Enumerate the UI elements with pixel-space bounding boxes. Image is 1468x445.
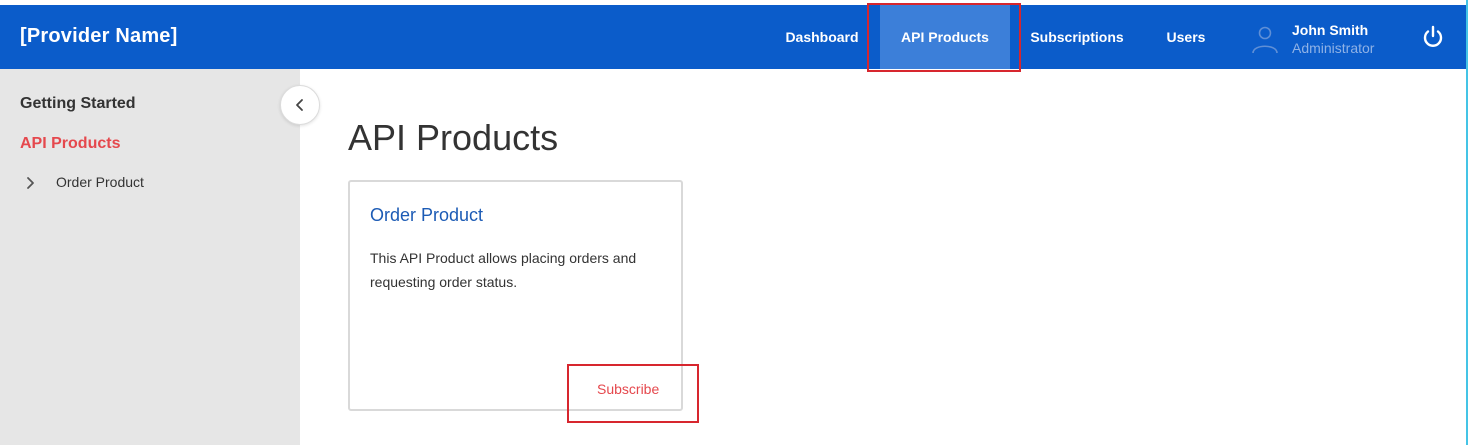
sidebar: Getting Started API Products Order Produ… [0, 69, 300, 445]
sidebar-item-getting-started[interactable]: Getting Started [20, 95, 136, 113]
sidebar-collapse-button[interactable] [280, 85, 320, 125]
chevron-left-icon [296, 99, 303, 111]
sidebar-item-order-product[interactable]: Order Product [20, 172, 220, 194]
user-avatar-icon[interactable] [1250, 24, 1280, 54]
nav-api-products[interactable]: API Products [880, 5, 1010, 69]
nav-users[interactable]: Users [1158, 5, 1214, 69]
sidebar-item-label: Order Product [56, 174, 144, 190]
nav-dashboard[interactable]: Dashboard [776, 5, 868, 69]
chevron-right-icon [27, 177, 34, 189]
brand-logo[interactable]: [Provider Name] [20, 25, 178, 48]
top-navbar: [Provider Name] Dashboard API Products S… [0, 5, 1466, 69]
card-description: This API Product allows placing orders a… [370, 250, 637, 290]
sidebar-item-api-products[interactable]: API Products [20, 135, 120, 153]
user-role: Administrator [1292, 40, 1375, 56]
nav-subscriptions[interactable]: Subscriptions [1022, 5, 1132, 69]
api-product-card: Order Product This API Product allows pl… [348, 180, 683, 411]
user-name[interactable]: John Smith [1292, 22, 1368, 38]
subscribe-button[interactable]: Subscribe [597, 381, 659, 397]
page-title: API Products [348, 117, 559, 158]
card-title-link[interactable]: Order Product [370, 205, 483, 226]
power-icon[interactable] [1420, 24, 1446, 50]
